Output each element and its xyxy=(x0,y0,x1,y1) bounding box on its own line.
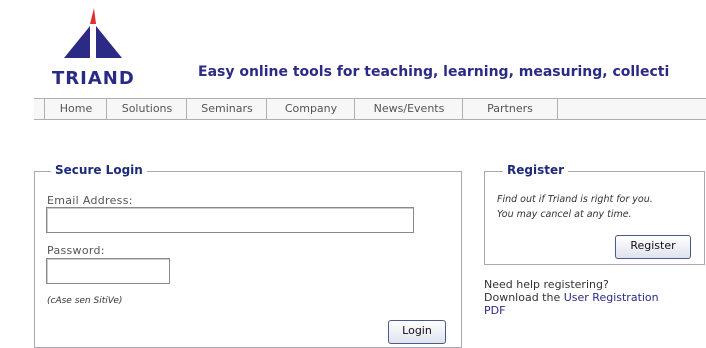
case-sensitive-note: (cAse sen SitiVe) xyxy=(47,296,123,306)
register-legend: Register xyxy=(503,163,569,177)
password-label: Password: xyxy=(47,244,105,257)
nav-solutions[interactable]: Solutions xyxy=(106,99,187,119)
password-input[interactable] xyxy=(46,258,170,284)
user-registration-link[interactable]: User Registration xyxy=(564,291,659,304)
help-line2: Download the User Registration xyxy=(484,291,659,304)
registration-help: Need help registering? Download the User… xyxy=(484,278,659,317)
main-nav: Home Solutions Seminars Company News/Eve… xyxy=(34,98,706,120)
login-button[interactable]: Login xyxy=(388,320,446,344)
nav-seminars[interactable]: Seminars xyxy=(186,99,267,119)
pdf-link[interactable]: PDF xyxy=(484,304,659,317)
register-panel: Register Find out if Triand is right for… xyxy=(484,163,705,265)
nav-partners[interactable]: Partners xyxy=(462,99,558,119)
help-line1: Need help registering? xyxy=(484,278,609,291)
email-input[interactable] xyxy=(46,207,414,233)
email-label: Email Address: xyxy=(47,194,133,207)
register-text-line1: Find out if Triand is right for you. xyxy=(497,194,653,205)
nav-home[interactable]: Home xyxy=(44,99,107,119)
tagline: Easy online tools for teaching, learning… xyxy=(198,64,670,80)
register-text-line2: You may cancel at any time. xyxy=(497,209,632,220)
nav-company[interactable]: Company xyxy=(266,99,355,119)
help-download-prefix: Download the xyxy=(484,291,564,304)
triand-logo-icon xyxy=(64,8,122,58)
triand-logo[interactable]: TRIAND xyxy=(22,8,152,89)
secure-login-panel: Secure Login Email Address: Password: (c… xyxy=(34,163,462,348)
logo-wordmark: TRIAND xyxy=(52,68,135,89)
secure-login-legend: Secure Login xyxy=(51,163,147,177)
register-button[interactable]: Register xyxy=(615,235,691,259)
register-description: Find out if Triand is right for you. You… xyxy=(497,192,653,222)
nav-news-events[interactable]: News/Events xyxy=(354,99,463,119)
